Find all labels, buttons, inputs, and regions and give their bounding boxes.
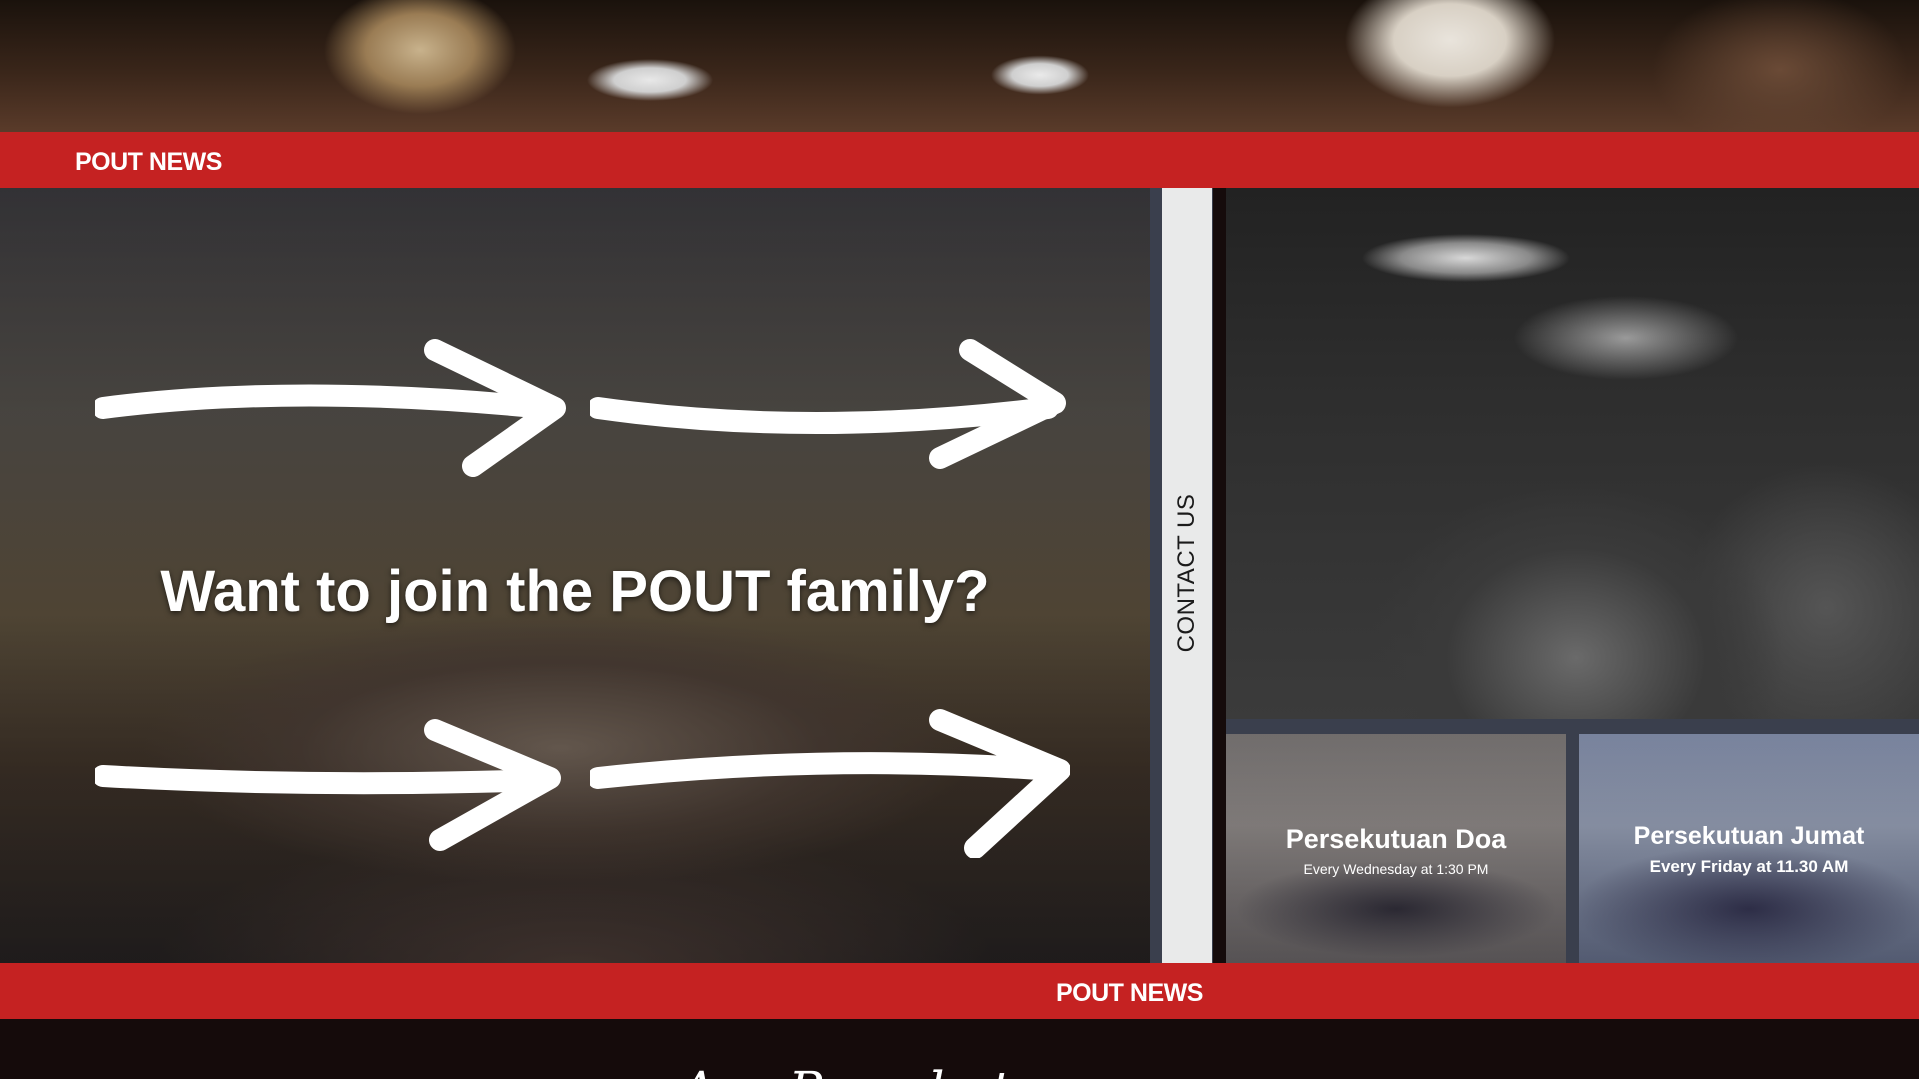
arrow-bottom-left-icon <box>95 719 561 851</box>
news-link-bottom[interactable]: POUT NEWS <box>1056 979 1203 1008</box>
footer-section: Ayo Persekutuan <box>0 1019 1919 1079</box>
event-card-persekutuan-doa[interactable]: Persekutuan Doa Every Wednesday at 1:30 … <box>1226 734 1566 963</box>
contact-us-link[interactable]: CONTACT US <box>1173 494 1201 653</box>
contact-sidebar: CONTACT US <box>1150 188 1213 963</box>
arrow-top-left-icon <box>95 339 566 477</box>
event-title: Persekutuan Jumat <box>1633 822 1865 850</box>
arrow-top-right-icon <box>590 339 1066 469</box>
event-schedule: Every Wednesday at 1:30 PM <box>1303 861 1489 877</box>
divider <box>1226 719 1919 734</box>
join-banner[interactable]: Want to join the POUT family? <box>0 188 1150 963</box>
event-schedule: Every Friday at 11.30 AM <box>1649 857 1849 876</box>
event-card-persekutuan-jumat[interactable]: Persekutuan Jumat Every Friday at 11.30 … <box>1579 734 1919 963</box>
footer-script-heading: Ayo Persekutuan <box>680 1061 1105 1079</box>
news-bar-top: POUT NEWS <box>0 132 1919 188</box>
arrow-bottom-right-icon <box>590 709 1070 858</box>
contact-tab[interactable]: CONTACT US <box>1162 188 1212 963</box>
news-link-top[interactable]: POUT NEWS <box>75 148 222 177</box>
news-bar-bottom: POUT NEWS <box>0 963 1919 1019</box>
join-title: Want to join the POUT family? <box>160 559 990 624</box>
hero-photo <box>0 0 1919 132</box>
divider <box>1566 734 1579 963</box>
event-title: Persekutuan Doa <box>1285 824 1507 854</box>
worship-photo <box>1226 188 1919 719</box>
